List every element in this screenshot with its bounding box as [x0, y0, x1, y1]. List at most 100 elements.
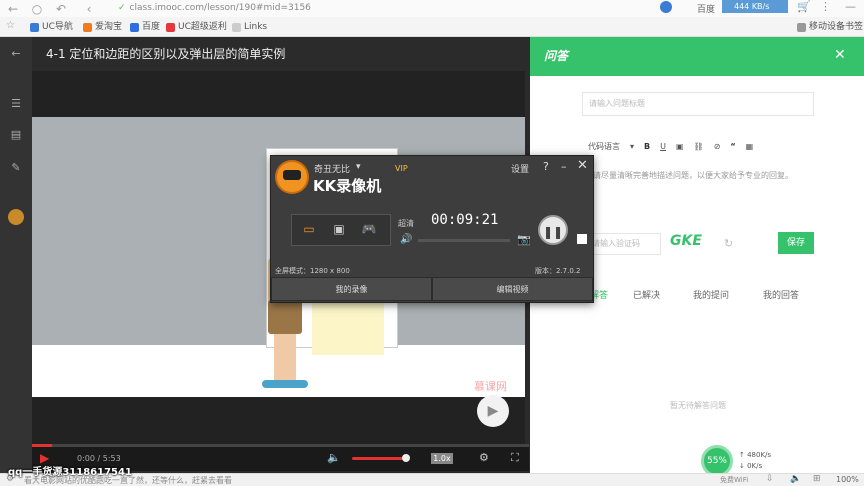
editor-placeholder[interactable]: 请尽量清晰完善地描述问题，以便大家给予专业的回复。: [593, 170, 793, 181]
user-dropdown-icon[interactable]: ▾: [356, 162, 361, 172]
stop-button[interactable]: [577, 234, 587, 244]
bookmark-2[interactable]: 百度: [130, 20, 160, 34]
help-icon[interactable]: ?: [543, 160, 549, 173]
taobao-icon: [83, 22, 92, 32]
qa-header: 问答: [530, 37, 864, 76]
link-icon[interactable]: ⛓: [694, 142, 704, 151]
unlink-icon[interactable]: ⊘: [714, 142, 721, 151]
logo-mask: [283, 170, 301, 180]
cart-icon[interactable]: 🛒: [797, 0, 811, 13]
user-avatar[interactable]: [8, 209, 24, 225]
search-engine-label[interactable]: 百度: [697, 2, 715, 15]
fullscreen-icon[interactable]: ⛶: [511, 451, 519, 465]
down-arrow-icon: ↓: [739, 462, 748, 470]
secure-icon: ✓: [118, 3, 126, 13]
speed-button[interactable]: 1.0x: [431, 453, 453, 464]
dropdown-icon[interactable]: ▾: [630, 142, 634, 151]
volume-icon[interactable]: 🔈: [327, 451, 341, 464]
tab-solved[interactable]: 已解决: [633, 288, 660, 301]
tab-my-answers[interactable]: 我的回答: [763, 288, 799, 301]
grid-icon[interactable]: ⊞: [813, 474, 821, 484]
history-back-icon[interactable]: ‹: [82, 2, 96, 16]
notes-icon[interactable]: ▤: [9, 128, 23, 142]
quality-label[interactable]: 超清: [398, 218, 414, 229]
account-avatar[interactable]: [660, 1, 672, 13]
captcha-input[interactable]: 请输入验证码: [585, 233, 661, 255]
captcha-image: GKE: [670, 233, 702, 249]
screen-mode-icon[interactable]: ▭: [300, 222, 318, 236]
camera-icon[interactable]: 📷: [517, 233, 531, 246]
underline-icon[interactable]: U: [660, 142, 666, 151]
character-shorts: [268, 300, 302, 334]
speed-badge: 444 KB/s: [722, 0, 788, 13]
window-mode-icon[interactable]: ▣: [330, 222, 348, 236]
save-button[interactable]: 保存: [778, 232, 814, 254]
up-arrow-icon: ↑: [739, 451, 748, 459]
recorder-title: KK录像机: [313, 177, 382, 195]
pause-button[interactable]: ❚❚: [538, 215, 568, 245]
address-bar[interactable]: ✓ class.imooc.com/lesson/190#mid=3156: [118, 1, 538, 16]
contact-overlay: qq一手货源3118617541: [8, 467, 132, 478]
my-recordings-button[interactable]: 我的录像: [271, 277, 432, 301]
time-display: 0:00 / 5:53: [77, 454, 121, 463]
quote-icon[interactable]: “: [730, 142, 735, 151]
bookmark-4[interactable]: Links: [232, 20, 267, 34]
menu-icon[interactable]: ⋮: [820, 0, 831, 13]
recorder-volume-bar[interactable]: [418, 239, 510, 242]
speaker-icon[interactable]: 🔊: [400, 234, 412, 245]
question-title-input[interactable]: 请输入问题标题: [582, 92, 814, 116]
refresh-icon[interactable]: ↻: [724, 237, 733, 250]
edit-video-button[interactable]: 编辑视频: [432, 277, 593, 301]
back-icon[interactable]: ←: [6, 2, 20, 16]
list-icon[interactable]: ☰: [9, 97, 23, 111]
zoom-level[interactable]: 100%: [836, 475, 859, 484]
game-mode-icon[interactable]: 🎮: [360, 222, 378, 236]
back-arrow-icon[interactable]: ←: [9, 47, 23, 61]
bookmark-3[interactable]: UC超级返利: [166, 20, 227, 34]
video-watermark: 慕课网: [474, 380, 507, 393]
bookmark-0[interactable]: UC导航: [30, 20, 73, 34]
tab-my-questions[interactable]: 我的提问: [693, 288, 729, 301]
mobile-bookmarks[interactable]: 移动设备书签: [797, 20, 863, 34]
sound-icon[interactable]: 🔈: [790, 474, 801, 484]
empty-state: 暂无待解答问题: [670, 401, 726, 410]
folder-icon: [232, 22, 241, 32]
progress-track[interactable]: [32, 444, 529, 447]
version-info: 版本：2.7.0.2: [535, 267, 581, 275]
url-text: class.imooc.com/lesson/190#mid=3156: [129, 3, 311, 13]
close-icon[interactable]: ✕: [577, 158, 588, 173]
code-icon[interactable]: ▦: [746, 142, 754, 151]
edit-icon[interactable]: ✎: [9, 161, 23, 175]
image-icon[interactable]: ▣: [676, 142, 684, 151]
big-play-button[interactable]: ▶: [477, 395, 509, 427]
bold-icon[interactable]: B: [644, 142, 650, 151]
stop-icon[interactable]: ○: [30, 2, 44, 16]
vip-badge[interactable]: VIP: [395, 164, 408, 173]
wifi-label[interactable]: 免费WiFi: [720, 475, 748, 485]
bookmark-1[interactable]: 爱淘宝: [83, 20, 122, 34]
volume-knob[interactable]: [402, 454, 410, 462]
character-shoes: [262, 380, 308, 388]
sticky-note: [312, 300, 384, 355]
settings-icon[interactable]: ⚙: [479, 451, 489, 464]
record-timer: 00:09:21: [431, 212, 499, 228]
rebate-icon: [166, 22, 175, 32]
upload-speed: ↑ 480K/s: [739, 451, 772, 459]
editor-toolbar: 代码语言 ▾ B U ▣ ⛓ ⊘ “ ▦: [588, 140, 753, 152]
close-icon[interactable]: ✕: [834, 47, 846, 63]
volume-slider[interactable]: [352, 457, 408, 460]
recorder-user[interactable]: 奇丑无比: [314, 162, 350, 175]
undo-icon[interactable]: ↶: [54, 2, 68, 16]
baidu-icon: [130, 22, 139, 32]
star-icon[interactable]: ☆: [6, 20, 15, 31]
code-language-select[interactable]: 代码语言: [588, 141, 620, 152]
phone-icon: [797, 22, 806, 32]
download-icon[interactable]: ⇩: [766, 474, 774, 484]
fullscreen-mode-info: 全屏模式：1280 x 800: [275, 267, 350, 275]
minimize-icon[interactable]: —: [845, 0, 856, 13]
minimize-icon[interactable]: –: [561, 160, 567, 173]
recorder-settings[interactable]: 设置: [511, 162, 529, 175]
uc-nav-icon: [30, 22, 39, 32]
download-speed: ↓ 0K/s: [739, 462, 763, 470]
progress-fill: [32, 444, 52, 447]
